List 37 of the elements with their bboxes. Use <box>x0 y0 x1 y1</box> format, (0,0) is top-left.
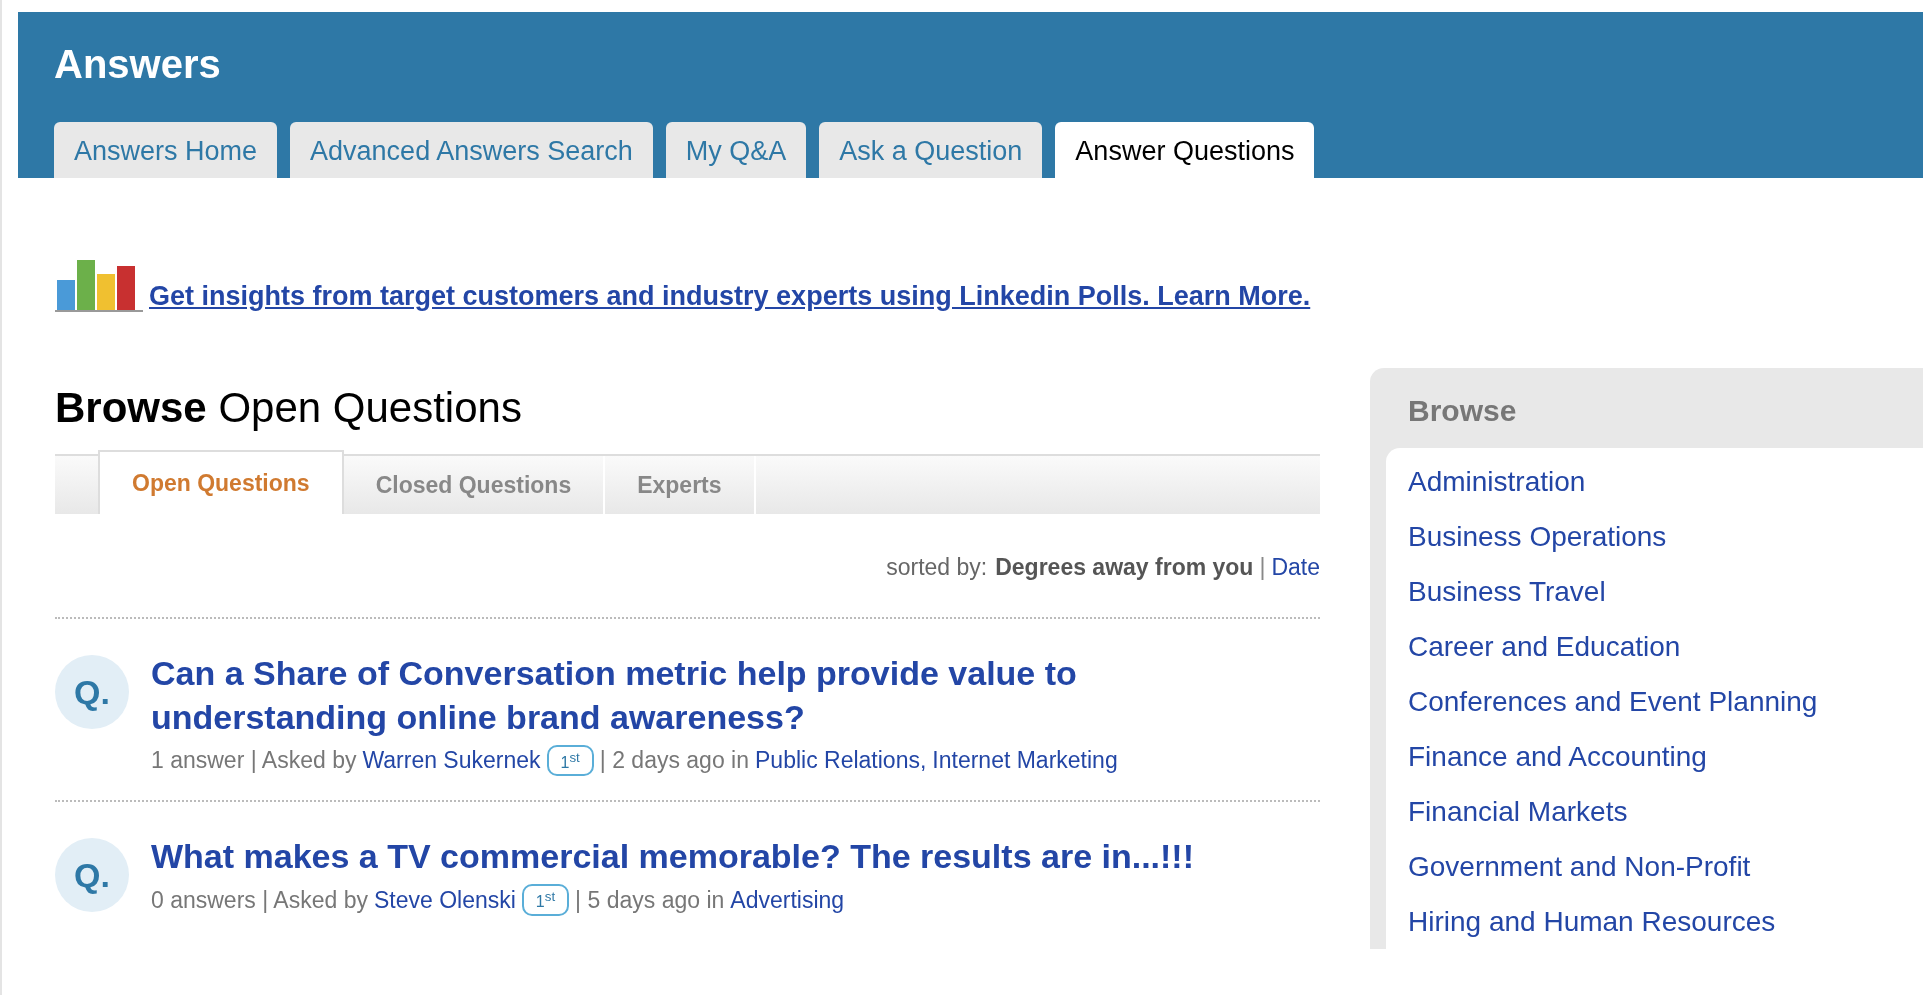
question-marker: Q. <box>55 838 129 913</box>
category-link[interactable]: Conferences and Event Planning <box>1408 684 1923 719</box>
nav-tab[interactable]: Advanced Answers Search <box>290 122 653 178</box>
sort-option[interactable]: Degrees away from you <box>995 554 1254 580</box>
page-title: Answers <box>54 42 222 86</box>
category-link[interactable]: Administration <box>1408 464 1923 499</box>
category-link[interactable]: Hiring and Human Resources <box>1408 904 1923 939</box>
sort-option[interactable]: Date <box>1271 554 1320 580</box>
section-heading: Browse Open Questions <box>55 384 523 432</box>
category-link[interactable]: Business Operations <box>1408 519 1923 554</box>
polls-link[interactable]: Get insights from target customers and industry experts using Linkedin Polls. Learn More. <box>149 280 1311 312</box>
question-marker: Q. <box>55 655 129 729</box>
question-title[interactable]: What makes a TV commercial memorable? The results are in...!!! <box>151 834 1194 879</box>
degree-badge: 1$^{st}$ <box>546 745 594 777</box>
nav-tab[interactable]: Answer Questions <box>1055 122 1315 178</box>
category-link[interactable]: Public Relations, <box>755 747 927 774</box>
question-age: | 2 days ago in <box>599 747 749 774</box>
degree-badge: 1$^{st}$ <box>521 884 570 916</box>
nav-tab[interactable]: Ask a Question <box>819 122 1043 178</box>
category-link[interactable]: Financial Markets <box>1408 794 1923 829</box>
separator: | <box>1259 554 1266 580</box>
nav-tab[interactable]: My Q&A <box>665 122 807 178</box>
category-link[interactable]: Career and Education <box>1408 629 1923 664</box>
category-link[interactable]: Business Travel <box>1408 574 1923 609</box>
author-link[interactable]: Warren Sukernek <box>362 747 541 774</box>
author-link[interactable]: Steve Olenski <box>373 886 516 913</box>
category-link[interactable]: Advertising <box>730 886 845 913</box>
answer-count: 1 answer | Asked by <box>151 747 357 774</box>
nav-tab[interactable]: Answers Home <box>54 122 278 178</box>
question-title[interactable]: Can a Share of Conversation metric help provide value to understanding online brand awareness? <box>151 651 1320 739</box>
answer-count: 0 answers | Asked by <box>151 886 368 913</box>
sort-label: sorted by: <box>886 554 988 580</box>
category-link[interactable]: Finance and Accounting <box>1408 739 1923 774</box>
question-age: | 5 days ago in <box>575 886 725 913</box>
category-link[interactable]: Government and Non-Profit <box>1408 849 1923 884</box>
category-link[interactable]: Internet Marketing <box>932 747 1118 774</box>
panel-title: Browse <box>1407 393 1518 429</box>
